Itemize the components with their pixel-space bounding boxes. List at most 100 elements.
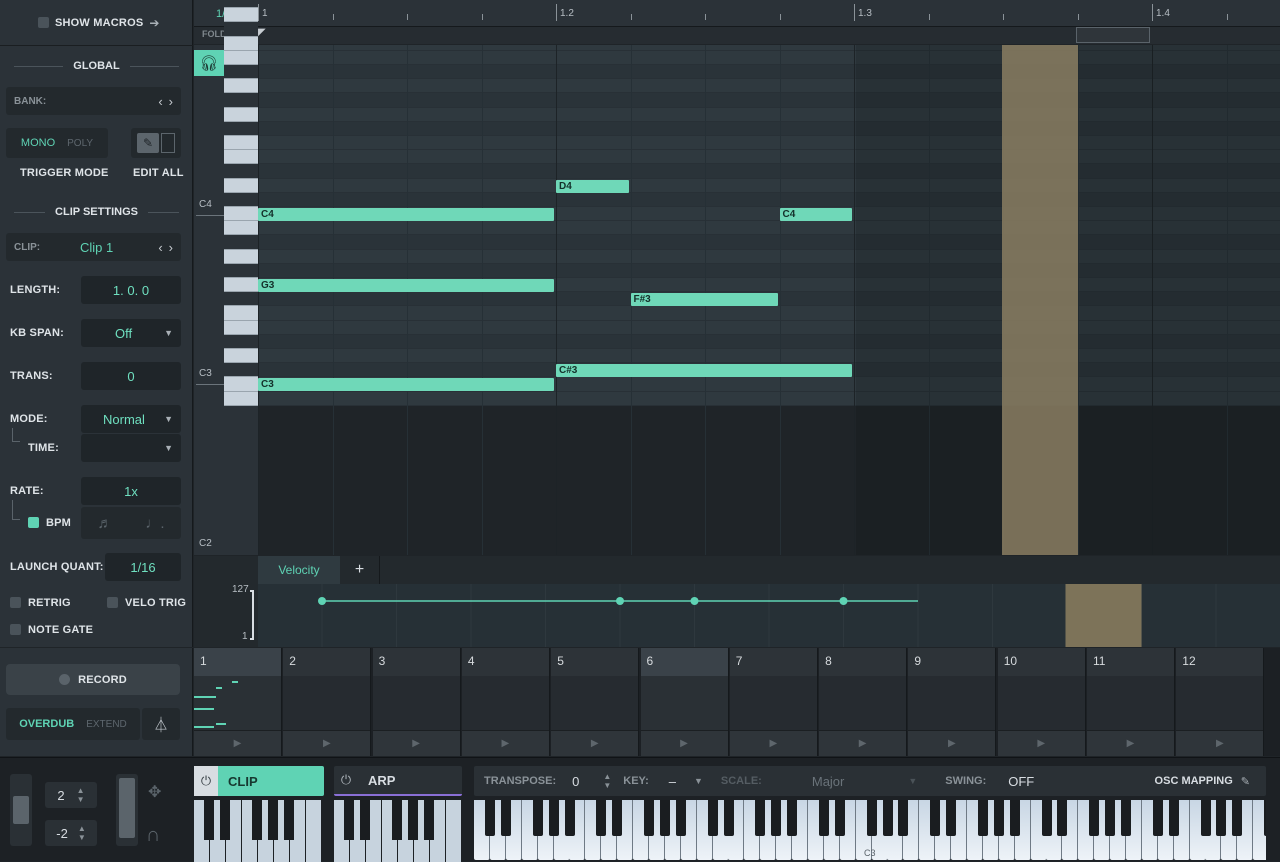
- black-key[interactable]: [224, 235, 258, 250]
- note-grid[interactable]: C4 D4 C4 G3 F#3 C#3 C3: [258, 45, 1280, 555]
- midi-note[interactable]: F#3: [630, 293, 778, 307]
- midi-note[interactable]: D4: [556, 179, 629, 193]
- clip-slot[interactable]: 4 ▶: [461, 648, 550, 756]
- retrig-checkbox[interactable]: [10, 597, 21, 608]
- mod-wheel[interactable]: [116, 774, 138, 846]
- chevron-right-icon[interactable]: ›: [169, 240, 173, 255]
- stepper-arrows-icon[interactable]: ▲ ▼: [603, 772, 611, 790]
- play-icon[interactable]: ▶: [729, 730, 817, 756]
- bank-selector[interactable]: BANK: ‹ ›: [6, 87, 181, 115]
- keyboard-black-key[interactable]: [866, 800, 877, 836]
- playhead-region[interactable]: [1076, 27, 1150, 43]
- velocity-lane[interactable]: 127 1: [194, 584, 1280, 647]
- black-key[interactable]: [224, 164, 258, 179]
- overdub-option[interactable]: OVERDUB: [19, 718, 74, 730]
- transpose-value[interactable]: 0: [572, 774, 579, 789]
- black-key[interactable]: [224, 121, 258, 136]
- clip-slot[interactable]: 7 ▶: [729, 648, 818, 756]
- play-icon[interactable]: ▶: [551, 730, 639, 756]
- swing-value[interactable]: OFF: [1008, 774, 1034, 789]
- note-gate-checkbox[interactable]: [10, 624, 21, 635]
- black-key[interactable]: [224, 93, 258, 108]
- keyboard-black-key[interactable]: [1057, 800, 1068, 836]
- white-key[interactable]: [224, 150, 258, 165]
- osc-mapping-button[interactable]: OSC MAPPING: [1155, 775, 1233, 787]
- clip-slot[interactable]: 9 ▶: [908, 648, 997, 756]
- show-macros-checkbox[interactable]: [38, 17, 49, 28]
- white-key[interactable]: [224, 349, 258, 364]
- black-key[interactable]: [224, 292, 258, 307]
- white-key[interactable]: [224, 207, 258, 222]
- edit-all-button[interactable]: ✎: [131, 128, 181, 158]
- mode-dropdown[interactable]: Normal ▼: [81, 405, 181, 433]
- pencil-icon[interactable]: ✎: [1241, 775, 1250, 788]
- length-field[interactable]: 1. 0. 0: [81, 276, 181, 304]
- keyboard-black-key[interactable]: [1121, 800, 1131, 836]
- rate-field[interactable]: 1x: [81, 477, 181, 505]
- keyboard-black-key[interactable]: [596, 800, 607, 836]
- clip-slot[interactable]: 5 ▶: [551, 648, 640, 756]
- velocity-point[interactable]: [690, 597, 699, 605]
- metronome-icon[interactable]: ⏃: [142, 708, 180, 740]
- clip-slot[interactable]: 10 ▶: [997, 648, 1086, 756]
- keyboard-black-key[interactable]: [787, 800, 798, 836]
- keyboard-black-key[interactable]: [993, 800, 1004, 836]
- keyboard-black-key[interactable]: [1009, 800, 1020, 836]
- white-key[interactable]: [224, 36, 258, 51]
- white-key[interactable]: [224, 50, 258, 65]
- keyboard-black-key[interactable]: [755, 800, 766, 836]
- headset-icon[interactable]: ∩: [146, 824, 160, 847]
- play-icon[interactable]: ▶: [640, 730, 728, 756]
- scale-dropdown[interactable]: Major: [812, 774, 845, 789]
- keyboard-black-key[interactable]: [612, 800, 623, 836]
- keyboard-black-key[interactable]: [1232, 800, 1243, 836]
- chevron-left-icon[interactable]: ‹: [158, 94, 162, 109]
- keyboard-black-key[interactable]: [707, 800, 718, 836]
- launch-quant-field[interactable]: 1/16: [105, 553, 181, 581]
- move-icon[interactable]: ✥: [148, 782, 161, 802]
- keyboard-black-key[interactable]: [564, 800, 575, 836]
- keyboard-black-key[interactable]: [532, 800, 543, 836]
- black-key[interactable]: [224, 22, 258, 37]
- triplet-note-icon[interactable]: ♬: [97, 515, 112, 532]
- white-key[interactable]: [224, 278, 258, 293]
- keyboard-black-key[interactable]: [1264, 800, 1266, 836]
- keyboard-black-key[interactable]: [548, 800, 559, 836]
- trans-field[interactable]: 0: [81, 362, 181, 390]
- power-icon[interactable]: ⏻: [194, 766, 218, 796]
- pitch-wheel[interactable]: [10, 774, 32, 846]
- velo-trig-checkbox[interactable]: [107, 597, 118, 608]
- play-icon[interactable]: ▶: [194, 730, 281, 756]
- keyboard-black-key[interactable]: [675, 800, 686, 836]
- midi-note[interactable]: C3: [258, 378, 554, 392]
- clip-slot[interactable]: 8 ▶: [819, 648, 908, 756]
- velocity-point[interactable]: [318, 597, 326, 605]
- keyboard-black-key[interactable]: [818, 800, 829, 836]
- power-icon[interactable]: ⏻: [334, 772, 358, 788]
- white-key[interactable]: [224, 107, 258, 122]
- fold-button[interactable]: FOLD: [202, 29, 227, 39]
- midi-note[interactable]: C4: [258, 208, 554, 221]
- keyboard-black-key[interactable]: [644, 800, 654, 836]
- keyboard-black-key[interactable]: [1216, 800, 1227, 836]
- keyboard-black-key[interactable]: [1089, 800, 1100, 836]
- keyboard-black-key[interactable]: [1152, 800, 1163, 836]
- keyboard-black-key[interactable]: [1105, 800, 1116, 836]
- play-icon[interactable]: ▶: [1087, 730, 1174, 756]
- keyboard-black-key[interactable]: [946, 800, 957, 836]
- poly-option[interactable]: POLY: [67, 138, 93, 149]
- white-key[interactable]: [224, 8, 258, 23]
- time-dropdown[interactable]: ▼: [81, 434, 181, 462]
- arp-tab[interactable]: ⏻ ARP: [334, 766, 462, 796]
- play-icon[interactable]: ▶: [461, 730, 549, 756]
- white-key[interactable]: [224, 79, 258, 94]
- headphones-icon[interactable]: 🎧︎: [194, 50, 224, 76]
- play-icon[interactable]: ▶: [908, 730, 996, 756]
- timeline-ruler[interactable]: 1/16 11.21.31.4: [194, 0, 1280, 27]
- velocity-point[interactable]: [839, 597, 848, 605]
- keyboard-black-key[interactable]: [1200, 800, 1211, 836]
- add-lane-button[interactable]: +: [340, 556, 380, 584]
- chevron-left-icon[interactable]: ‹: [158, 240, 162, 255]
- black-key[interactable]: [224, 334, 258, 349]
- velocity-point[interactable]: [616, 597, 624, 605]
